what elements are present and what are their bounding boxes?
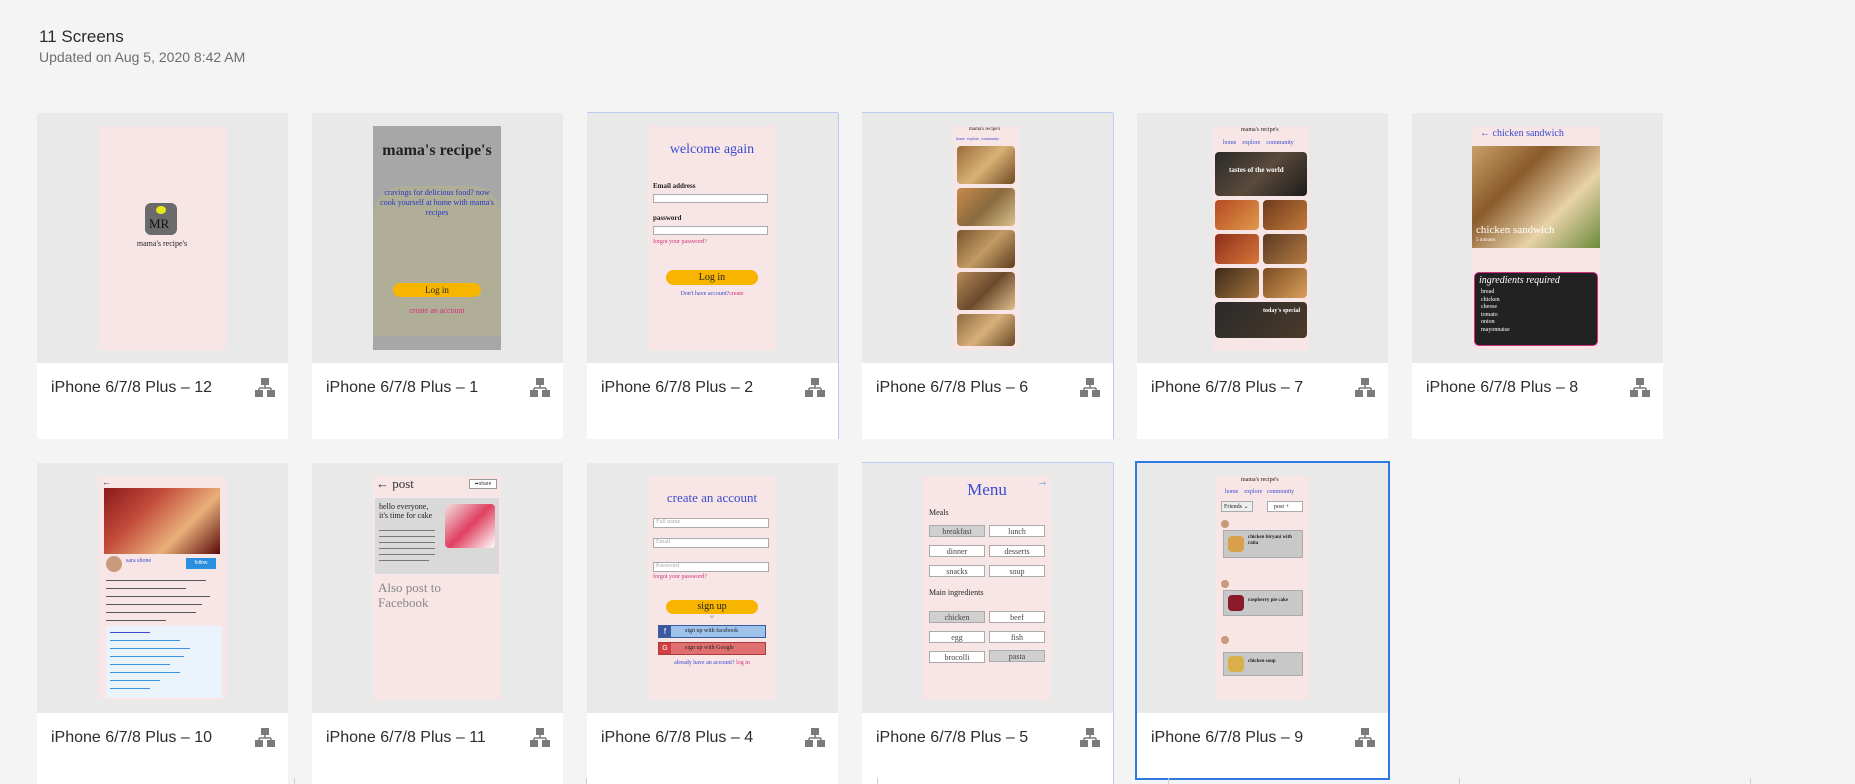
flow-hierarchy-icon[interactable] bbox=[254, 727, 276, 749]
thumb-new-post: ← post ➦share hello everyone, it's time … bbox=[373, 476, 501, 700]
screen-name[interactable]: iPhone 6/7/8 Plus – 11 bbox=[326, 728, 486, 748]
screen-card[interactable]: Menu → Meals breakfast lunch dinner dess… bbox=[862, 463, 1113, 784]
screen-name[interactable]: iPhone 6/7/8 Plus – 4 bbox=[601, 728, 753, 748]
screen-card[interactable]: create an account Full name Email Passwo… bbox=[587, 463, 838, 784]
screen-card[interactable]: mama's recipe's home explore community i… bbox=[862, 113, 1113, 439]
screen-card[interactable]: mama's recipe's cravings for delicious f… bbox=[312, 113, 563, 439]
flow-hierarchy-icon[interactable] bbox=[804, 727, 826, 749]
flow-hierarchy-icon[interactable] bbox=[529, 727, 551, 749]
screen-name[interactable]: iPhone 6/7/8 Plus – 8 bbox=[1426, 378, 1578, 398]
screen-card[interactable]: ← sara shone follow iPhone 6/7/8 Plus – … bbox=[37, 463, 288, 784]
screen-name[interactable]: iPhone 6/7/8 Plus – 5 bbox=[876, 728, 1028, 748]
thumb-menu: Menu → Meals breakfast lunch dinner dess… bbox=[923, 476, 1051, 700]
flow-hierarchy-icon[interactable] bbox=[804, 377, 826, 399]
screen-name[interactable]: iPhone 6/7/8 Plus – 1 bbox=[326, 378, 478, 398]
app-logo-icon: MR bbox=[145, 203, 177, 235]
screen-thumbnail[interactable]: welcome again Email address password for… bbox=[587, 113, 838, 363]
thumb-welcome: mama's recipe's cravings for delicious f… bbox=[373, 126, 501, 350]
screen-card[interactable]: ← post ➦share hello everyone, it's time … bbox=[312, 463, 563, 784]
screen-name[interactable]: iPhone 6/7/8 Plus – 7 bbox=[1151, 378, 1303, 398]
screen-name[interactable]: iPhone 6/7/8 Plus – 2 bbox=[601, 378, 753, 398]
thumb-home-feed: mama's recipe's home explore community bbox=[953, 126, 1019, 350]
screen-card[interactable]: mama's recipe's home explore community t… bbox=[1137, 113, 1388, 439]
screen-thumbnail[interactable]: ← chicken sandwich chicken sandwich 5 mi… bbox=[1412, 113, 1663, 363]
project-header: 11 Screens Updated on Aug 5, 2020 8:42 A… bbox=[39, 26, 245, 66]
flow-hierarchy-icon[interactable] bbox=[1629, 377, 1651, 399]
thumb-login: welcome again Email address password for… bbox=[648, 126, 776, 350]
screen-thumbnail[interactable]: ← post ➦share hello everyone, it's time … bbox=[312, 463, 563, 713]
screen-thumbnail[interactable]: mama's recipe's cravings for delicious f… bbox=[312, 113, 563, 363]
flow-hierarchy-icon[interactable] bbox=[529, 377, 551, 399]
screen-card[interactable]: MR mama's recipe's iPhone 6/7/8 Plus – 1… bbox=[37, 113, 288, 439]
screen-thumbnail[interactable]: mama's recipe's home explore community t… bbox=[1137, 113, 1388, 363]
screen-thumbnail[interactable]: create an account Full name Email Passwo… bbox=[587, 463, 838, 713]
screen-card[interactable]: welcome again Email address password for… bbox=[587, 113, 838, 439]
updated-timestamp: Updated on Aug 5, 2020 8:42 AM bbox=[39, 49, 246, 65]
screen-card-selected[interactable]: mama's recipe's home explore community F… bbox=[1135, 461, 1390, 780]
thumb-recipe-post: ← sara shone follow bbox=[98, 476, 226, 700]
flow-hierarchy-icon[interactable] bbox=[1079, 377, 1101, 399]
screen-name[interactable]: iPhone 6/7/8 Plus – 6 bbox=[876, 378, 1028, 398]
screen-thumbnail[interactable]: MR mama's recipe's bbox=[37, 113, 288, 363]
screen-thumbnail[interactable]: Menu → Meals breakfast lunch dinner dess… bbox=[862, 463, 1113, 713]
screen-name[interactable]: iPhone 6/7/8 Plus – 12 bbox=[51, 378, 212, 398]
screen-card[interactable]: ← chicken sandwich chicken sandwich 5 mi… bbox=[1412, 113, 1663, 439]
thumb-signup: create an account Full name Email Passwo… bbox=[648, 476, 776, 700]
next-row-edge bbox=[0, 778, 1855, 784]
thumb-explore: mama's recipe's home explore community t… bbox=[1213, 126, 1309, 350]
flow-hierarchy-icon[interactable] bbox=[1354, 377, 1376, 399]
screen-name[interactable]: iPhone 6/7/8 Plus – 10 bbox=[51, 728, 212, 748]
flow-hierarchy-icon[interactable] bbox=[254, 377, 276, 399]
screens-count: 11 Screens bbox=[39, 27, 124, 46]
thumb-recipe-detail: ← chicken sandwich chicken sandwich 5 mi… bbox=[1472, 126, 1600, 350]
thumb-splash: MR mama's recipe's bbox=[98, 126, 226, 350]
flow-hierarchy-icon[interactable] bbox=[1354, 727, 1376, 749]
screen-name[interactable]: iPhone 6/7/8 Plus – 9 bbox=[1151, 728, 1303, 748]
splash-brand: mama's recipe's bbox=[136, 239, 188, 248]
flow-hierarchy-icon[interactable] bbox=[1079, 727, 1101, 749]
screen-thumbnail[interactable]: mama's recipe's home explore community F… bbox=[1137, 463, 1388, 713]
thumb-community: mama's recipe's home explore community F… bbox=[1215, 476, 1309, 700]
screen-thumbnail[interactable]: mama's recipe's home explore community bbox=[862, 113, 1113, 363]
screen-thumbnail[interactable]: ← sara shone follow bbox=[37, 463, 288, 713]
